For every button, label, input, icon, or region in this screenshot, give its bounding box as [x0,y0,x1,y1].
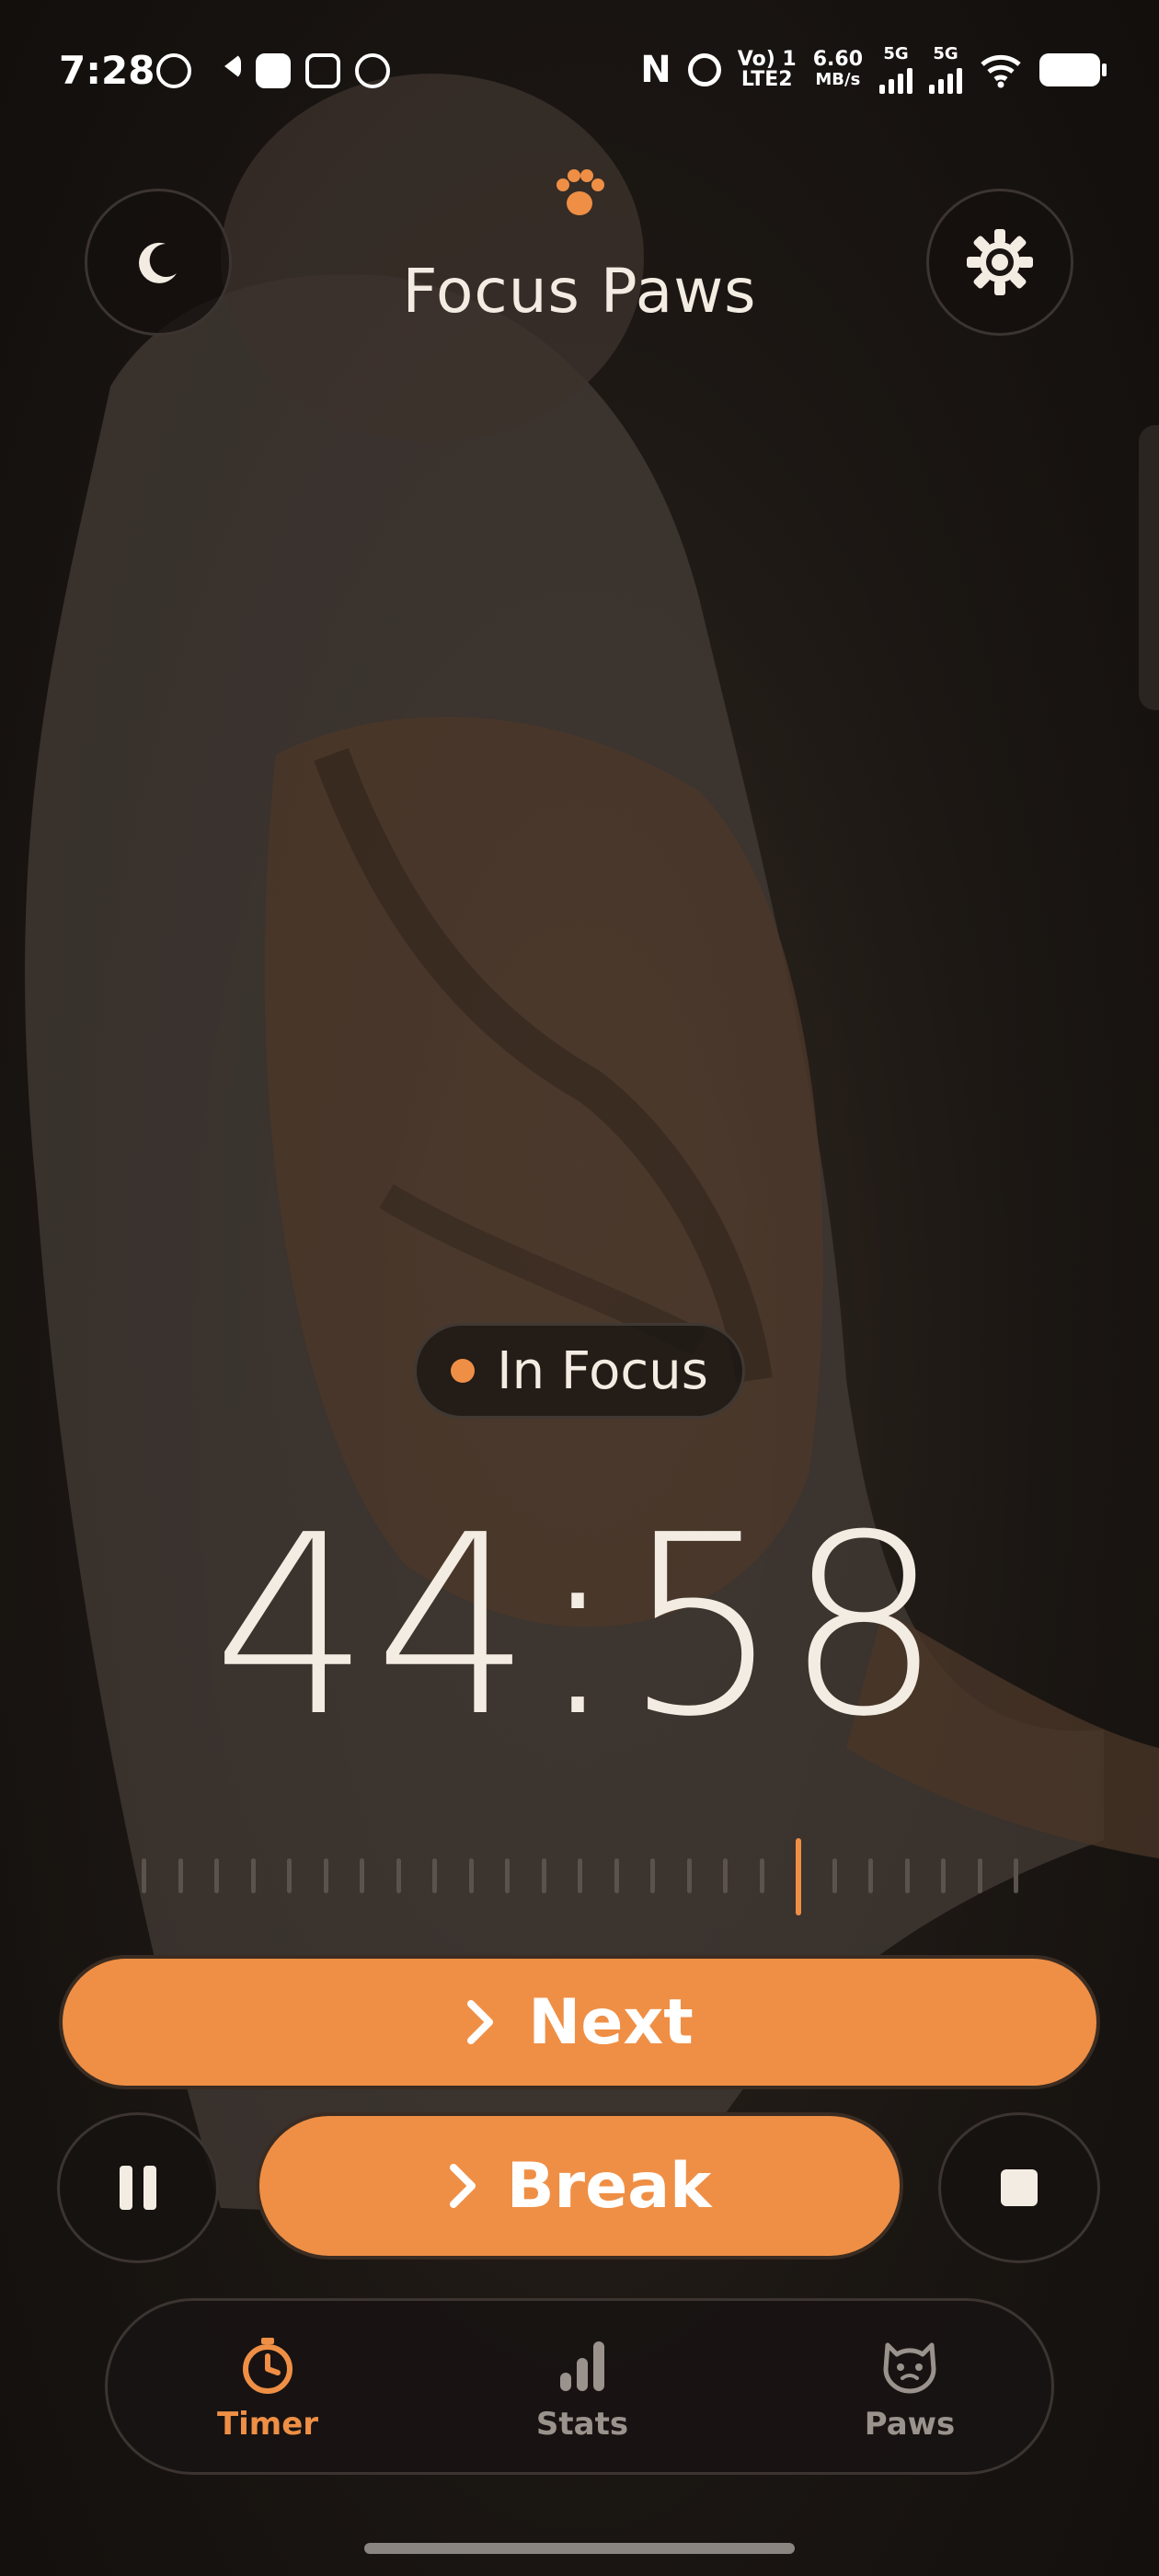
ruler-tick [178,1858,183,1893]
ruler-tick [977,1858,982,1893]
pause-button[interactable] [57,2112,219,2263]
system-indicators: N Vo) 1 LTE2 6.60 MB/s 5G 5G [640,46,1107,94]
carrier-label-top: Vo) 1 [737,48,797,71]
signal-bars-icon [929,63,962,94]
ruler-tick [287,1858,292,1893]
stop-icon [1001,2169,1038,2206]
ruler-tick [686,1858,692,1893]
telegram-icon [206,53,241,79]
notification-icons [156,53,390,88]
nfc-icon: N [640,49,671,91]
ruler-tick [941,1858,946,1893]
network-speed-unit: MB/s [815,70,861,89]
ruler-tick [723,1858,728,1893]
ruler-tick [432,1858,437,1893]
break-button-label: Break [506,2149,712,2223]
signal-2-label: 5G [933,44,958,63]
ruler-tick [614,1858,619,1893]
system-status-bar: 7:28 N Vo) 1 LTE2 6.60 MB/s 5G 5G [0,0,1159,138]
carrier-label-bottom: LTE2 [740,68,793,91]
session-status-badge: In Focus [414,1323,745,1419]
alarm-icon [687,53,721,86]
network-speed: 6.60 MB/s [813,50,863,90]
ruler-tick [214,1858,219,1893]
bottom-navigation: Timer Stats Paws [105,2298,1054,2475]
ruler-tick [541,1858,546,1893]
signal-bars-icon [879,63,912,94]
nav-item-label: Paws [864,2406,956,2443]
progress-tick-ruler [138,1838,1021,1915]
ruler-tick [578,1858,582,1893]
nav-item-stats[interactable]: Stats [490,2336,674,2443]
nav-item-timer[interactable]: Timer [176,2336,360,2443]
bar-chart-icon [560,2341,604,2391]
countdown-timer: 44:58 [212,1481,947,1771]
viber-icon [156,53,191,88]
signal-1: 5G [879,46,912,94]
usb-icon [256,53,291,88]
ruler-tick [142,1858,146,1893]
ruler-tick [759,1858,764,1893]
ruler-tick [468,1858,474,1893]
ruler-tick [323,1858,328,1893]
status-dot [451,1359,476,1383]
ruler-tick [250,1858,256,1893]
ruler-tick [832,1858,837,1893]
stop-button[interactable] [938,2112,1100,2263]
next-button[interactable]: Next [59,1955,1100,2089]
side-drawer-handle[interactable] [1139,425,1159,710]
network-speed-value: 6.60 [812,48,863,71]
wifi-icon [981,54,1021,88]
ruler-tick [650,1858,655,1893]
ruler-tick [360,1858,364,1893]
nav-item-paws[interactable]: Paws [818,2336,1002,2443]
chevron-right-icon [467,2000,494,2044]
battery-icon [1039,53,1107,86]
paw-icon [557,169,604,215]
nav-item-label: Timer [216,2406,319,2443]
ruler-tick [505,1858,510,1893]
signal-1-label: 5G [883,44,909,63]
nav-item-label: Stats [535,2406,629,2443]
ruler-tick [396,1858,401,1893]
stopwatch-icon [243,2338,293,2394]
session-status-label: In Focus [497,1340,708,1401]
home-indicator[interactable] [364,2543,795,2554]
carrier-label: Vo) 1 LTE2 [738,50,797,90]
signal-2: 5G [929,46,962,94]
progress-indicator-tick [796,1838,801,1915]
status-time: 7:28 [59,48,155,93]
settings-button[interactable] [926,189,1073,336]
cat-face-icon [883,2342,936,2394]
app-screen: 7:28 N Vo) 1 LTE2 6.60 MB/s 5G 5G Focus … [0,0,1159,2576]
ruler-tick [904,1858,910,1893]
break-button[interactable]: Break [256,2112,903,2260]
gear-icon [967,229,1033,295]
ruler-tick [868,1858,873,1893]
chevron-right-icon [449,2164,476,2208]
instagram-icon [305,53,340,88]
sync-icon [355,53,390,88]
ruler-tick [1014,1858,1018,1893]
next-button-label: Next [528,1985,694,2059]
pause-icon [120,2166,156,2210]
